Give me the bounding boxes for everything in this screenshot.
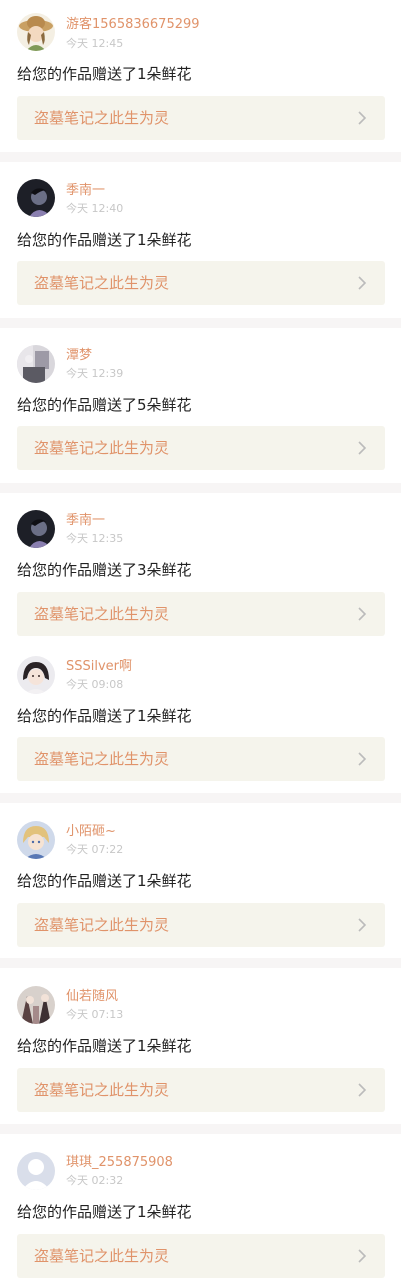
username[interactable]: 季南一 [66,513,105,529]
chevron-right-icon [355,275,369,291]
work-title: 盗墓笔记之此生为灵 [34,1081,170,1099]
list-item: 季南一 今天 12:40 给您的作品赠送了1朵鲜花 盗墓笔记之此生为灵 [0,162,401,318]
timestamp: 今天 07:22 [66,843,124,856]
username[interactable]: SSSilver啊 [66,659,132,675]
gift-message: 给您的作品赠送了5朵鲜花 [17,396,192,414]
work-link-card[interactable]: 盗墓笔记之此生为灵 [17,737,385,781]
section-separator [0,152,401,162]
gift-message: 给您的作品赠送了3朵鲜花 [17,561,192,579]
list-item: SSSilver啊 今天 09:08 给您的作品赠送了1朵鲜花 盗墓笔记之此生为… [0,643,401,793]
username[interactable]: 潭梦 [66,348,92,364]
avatar-dark-portrait-icon [17,179,55,217]
gift-message: 给您的作品赠送了1朵鲜花 [17,1037,192,1055]
timestamp: 今天 12:35 [66,532,124,545]
section-separator [0,318,401,328]
avatar-anime-figure-icon [17,986,55,1024]
chevron-right-icon [355,110,369,126]
gift-message: 给您的作品赠送了1朵鲜花 [17,231,192,249]
section-separator [0,1124,401,1134]
user-avatar[interactable] [17,986,55,1024]
avatar-blonde-boy-icon [17,821,55,859]
avatar-default-user-icon [17,1152,55,1190]
section-separator [0,958,401,968]
user-avatar[interactable] [17,13,55,51]
avatar-photo-icon [17,345,55,383]
chevron-right-icon [355,606,369,622]
work-link-card[interactable]: 盗墓笔记之此生为灵 [17,261,385,305]
gift-notification-feed: 游客1565836675299 今天 12:45 给您的作品赠送了1朵鲜花 盗墓… [0,0,401,1280]
list-item: 季南一 今天 12:35 给您的作品赠送了3朵鲜花 盗墓笔记之此生为灵 [0,493,401,643]
work-link-card[interactable]: 盗墓笔记之此生为灵 [17,96,385,140]
username[interactable]: 游客1565836675299 [66,17,200,33]
chevron-right-icon [355,440,369,456]
work-title: 盗墓笔记之此生为灵 [34,439,170,457]
chevron-right-icon [355,1248,369,1264]
work-title: 盗墓笔记之此生为灵 [34,916,170,934]
avatar-dark-hair-girl-icon [17,656,55,694]
chevron-right-icon [355,1082,369,1098]
timestamp: 今天 12:45 [66,37,124,50]
gift-message: 给您的作品赠送了1朵鲜花 [17,707,192,725]
user-avatar[interactable] [17,821,55,859]
username[interactable]: 琪琪_255875908 [66,1155,173,1171]
work-link-card[interactable]: 盗墓笔记之此生为灵 [17,1234,385,1278]
gift-message: 给您的作品赠送了1朵鲜花 [17,1203,192,1221]
gift-message: 给您的作品赠送了1朵鲜花 [17,872,192,890]
list-item: 琪琪_255875908 今天 02:32 给您的作品赠送了1朵鲜花 盗墓笔记之… [0,1134,401,1280]
chevron-right-icon [355,917,369,933]
timestamp: 今天 12:40 [66,202,124,215]
chevron-right-icon [355,751,369,767]
username[interactable]: 仙若随风 [66,989,118,1005]
work-title: 盗墓笔记之此生为灵 [34,750,170,768]
username[interactable]: 季南一 [66,183,105,199]
avatar-dark-portrait-icon [17,510,55,548]
work-link-card[interactable]: 盗墓笔记之此生为灵 [17,426,385,470]
list-item: 小陌砸~ 今天 07:22 给您的作品赠送了1朵鲜花 盗墓笔记之此生为灵 [0,803,401,958]
work-link-card[interactable]: 盗墓笔记之此生为灵 [17,1068,385,1112]
user-avatar[interactable] [17,1152,55,1190]
list-item: 游客1565836675299 今天 12:45 给您的作品赠送了1朵鲜花 盗墓… [0,0,401,152]
work-title: 盗墓笔记之此生为灵 [34,109,170,127]
timestamp: 今天 09:08 [66,678,124,691]
work-title: 盗墓笔记之此生为灵 [34,274,170,292]
username[interactable]: 小陌砸~ [66,824,116,840]
timestamp: 今天 07:13 [66,1008,124,1021]
section-separator [0,793,401,803]
user-avatar[interactable] [17,510,55,548]
list-item: 仙若随风 今天 07:13 给您的作品赠送了1朵鲜花 盗墓笔记之此生为灵 [0,968,401,1124]
list-item: 潭梦 今天 12:39 给您的作品赠送了5朵鲜花 盗墓笔记之此生为灵 [0,328,401,483]
work-title: 盗墓笔记之此生为灵 [34,605,170,623]
work-link-card[interactable]: 盗墓笔记之此生为灵 [17,903,385,947]
work-link-card[interactable]: 盗墓笔记之此生为灵 [17,592,385,636]
avatar-straw-hat-girl-icon [17,13,55,51]
work-title: 盗墓笔记之此生为灵 [34,1247,170,1265]
timestamp: 今天 12:39 [66,367,124,380]
gift-message: 给您的作品赠送了1朵鲜花 [17,65,192,83]
timestamp: 今天 02:32 [66,1174,124,1187]
user-avatar[interactable] [17,656,55,694]
user-avatar[interactable] [17,179,55,217]
user-avatar[interactable] [17,345,55,383]
section-separator [0,483,401,493]
